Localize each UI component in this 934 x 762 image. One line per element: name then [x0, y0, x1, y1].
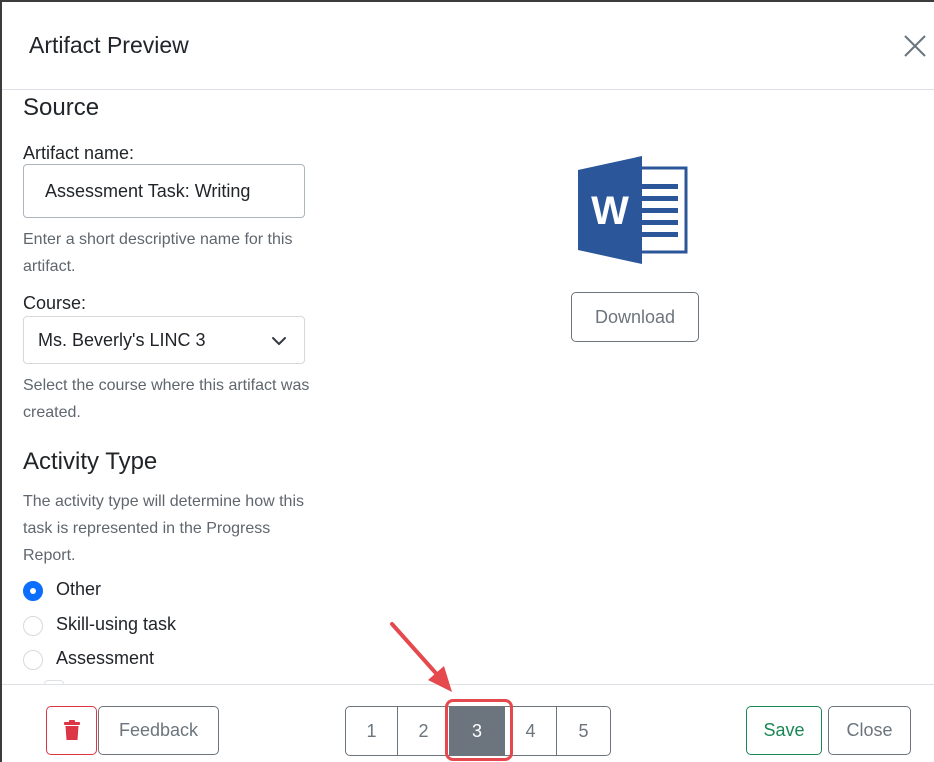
artifact-name-label: Artifact name: [23, 143, 135, 163]
annotation-arrow-icon [390, 622, 452, 692]
radio-checked-icon[interactable] [23, 581, 43, 601]
artifact-name-help: Enter a short descriptive name for this … [23, 231, 293, 275]
trash-icon [64, 720, 80, 740]
artifact-preview-modal: Artifact Preview Source Artifact name: E… [0, 0, 934, 762]
activity-type-help: The activity type will determine how thi… [23, 493, 304, 564]
course-select[interactable]: Ms. Beverly's LINC 3 [23, 316, 305, 364]
page-button-2[interactable]: 2 [397, 706, 450, 756]
source-heading: Source [23, 94, 100, 121]
feedback-button[interactable]: Feedback [98, 706, 219, 755]
modal-header: Artifact Preview [2, 2, 934, 90]
modal-title: Artifact Preview [29, 32, 189, 58]
radio-label: Other [56, 579, 102, 599]
page-button-5[interactable]: 5 [556, 706, 611, 756]
modal-footer: Feedback 1 2 3 4 5 Save Close [2, 684, 934, 762]
activity-type-heading: Activity Type [23, 448, 158, 475]
save-button[interactable]: Save [746, 706, 822, 755]
radio-unchecked-icon[interactable] [23, 616, 43, 636]
annotation-highlight-box [445, 699, 513, 761]
modal-body: Source Artifact name: Enter a short desc… [2, 90, 934, 684]
radio-label: Assessment [56, 648, 155, 668]
course-label: Course: [23, 293, 87, 313]
download-button[interactable]: Download [571, 292, 699, 342]
artifact-name-input[interactable] [23, 164, 305, 218]
course-select-value: Ms. Beverly's LINC 3 [38, 330, 206, 350]
radio-unchecked-icon[interactable] [23, 650, 43, 670]
close-x-icon[interactable] [901, 32, 929, 60]
page-button-1[interactable]: 1 [345, 706, 398, 756]
radio-label: Skill-using task [56, 614, 177, 634]
svg-text:W: W [591, 189, 629, 233]
chevron-down-icon [272, 337, 286, 345]
word-document-icon: W [578, 156, 688, 264]
course-help: Select the course where this artifact wa… [23, 377, 310, 421]
close-button[interactable]: Close [828, 706, 911, 755]
delete-button[interactable] [46, 706, 97, 755]
